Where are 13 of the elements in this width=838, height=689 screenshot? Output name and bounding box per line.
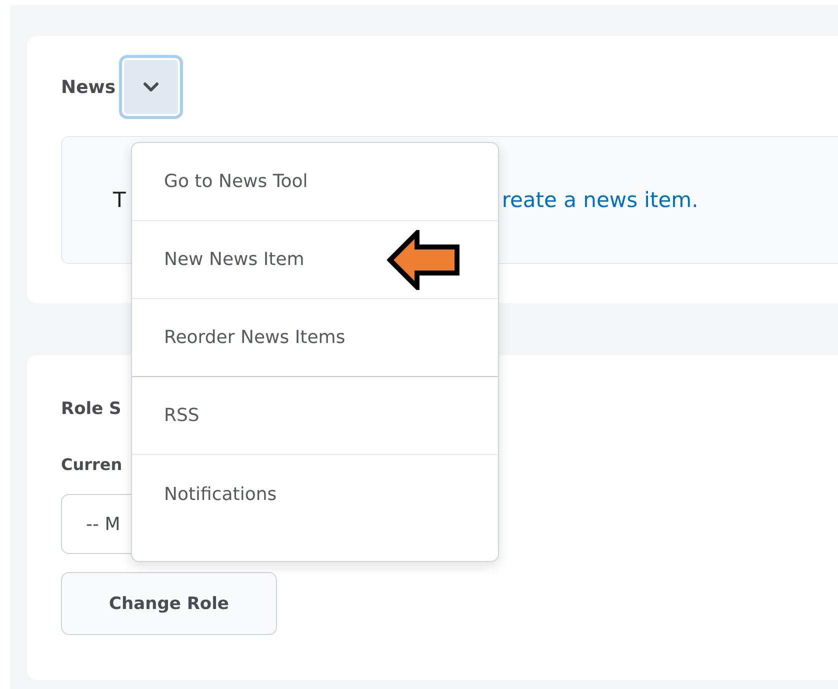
section-title: Role S	[61, 399, 122, 419]
create-news-link[interactable]: reate a news item.	[502, 188, 698, 212]
menu-button[interactable]	[118, 55, 183, 119]
chevron-down-icon	[142, 82, 159, 92]
menu-item[interactable]: New News Item	[132, 221, 498, 299]
change-role-button[interactable]: Change Role	[61, 572, 277, 635]
message-text: T	[113, 188, 126, 212]
widget-title: News	[61, 76, 116, 98]
menu-item[interactable]: RSS	[132, 377, 498, 455]
menu-item[interactable]: Go to News Tool	[132, 143, 498, 221]
menu-item[interactable]: Reorder News Items	[132, 299, 498, 377]
menu-item[interactable]: Notifications	[132, 455, 498, 533]
field-label: Curren	[61, 455, 122, 474]
